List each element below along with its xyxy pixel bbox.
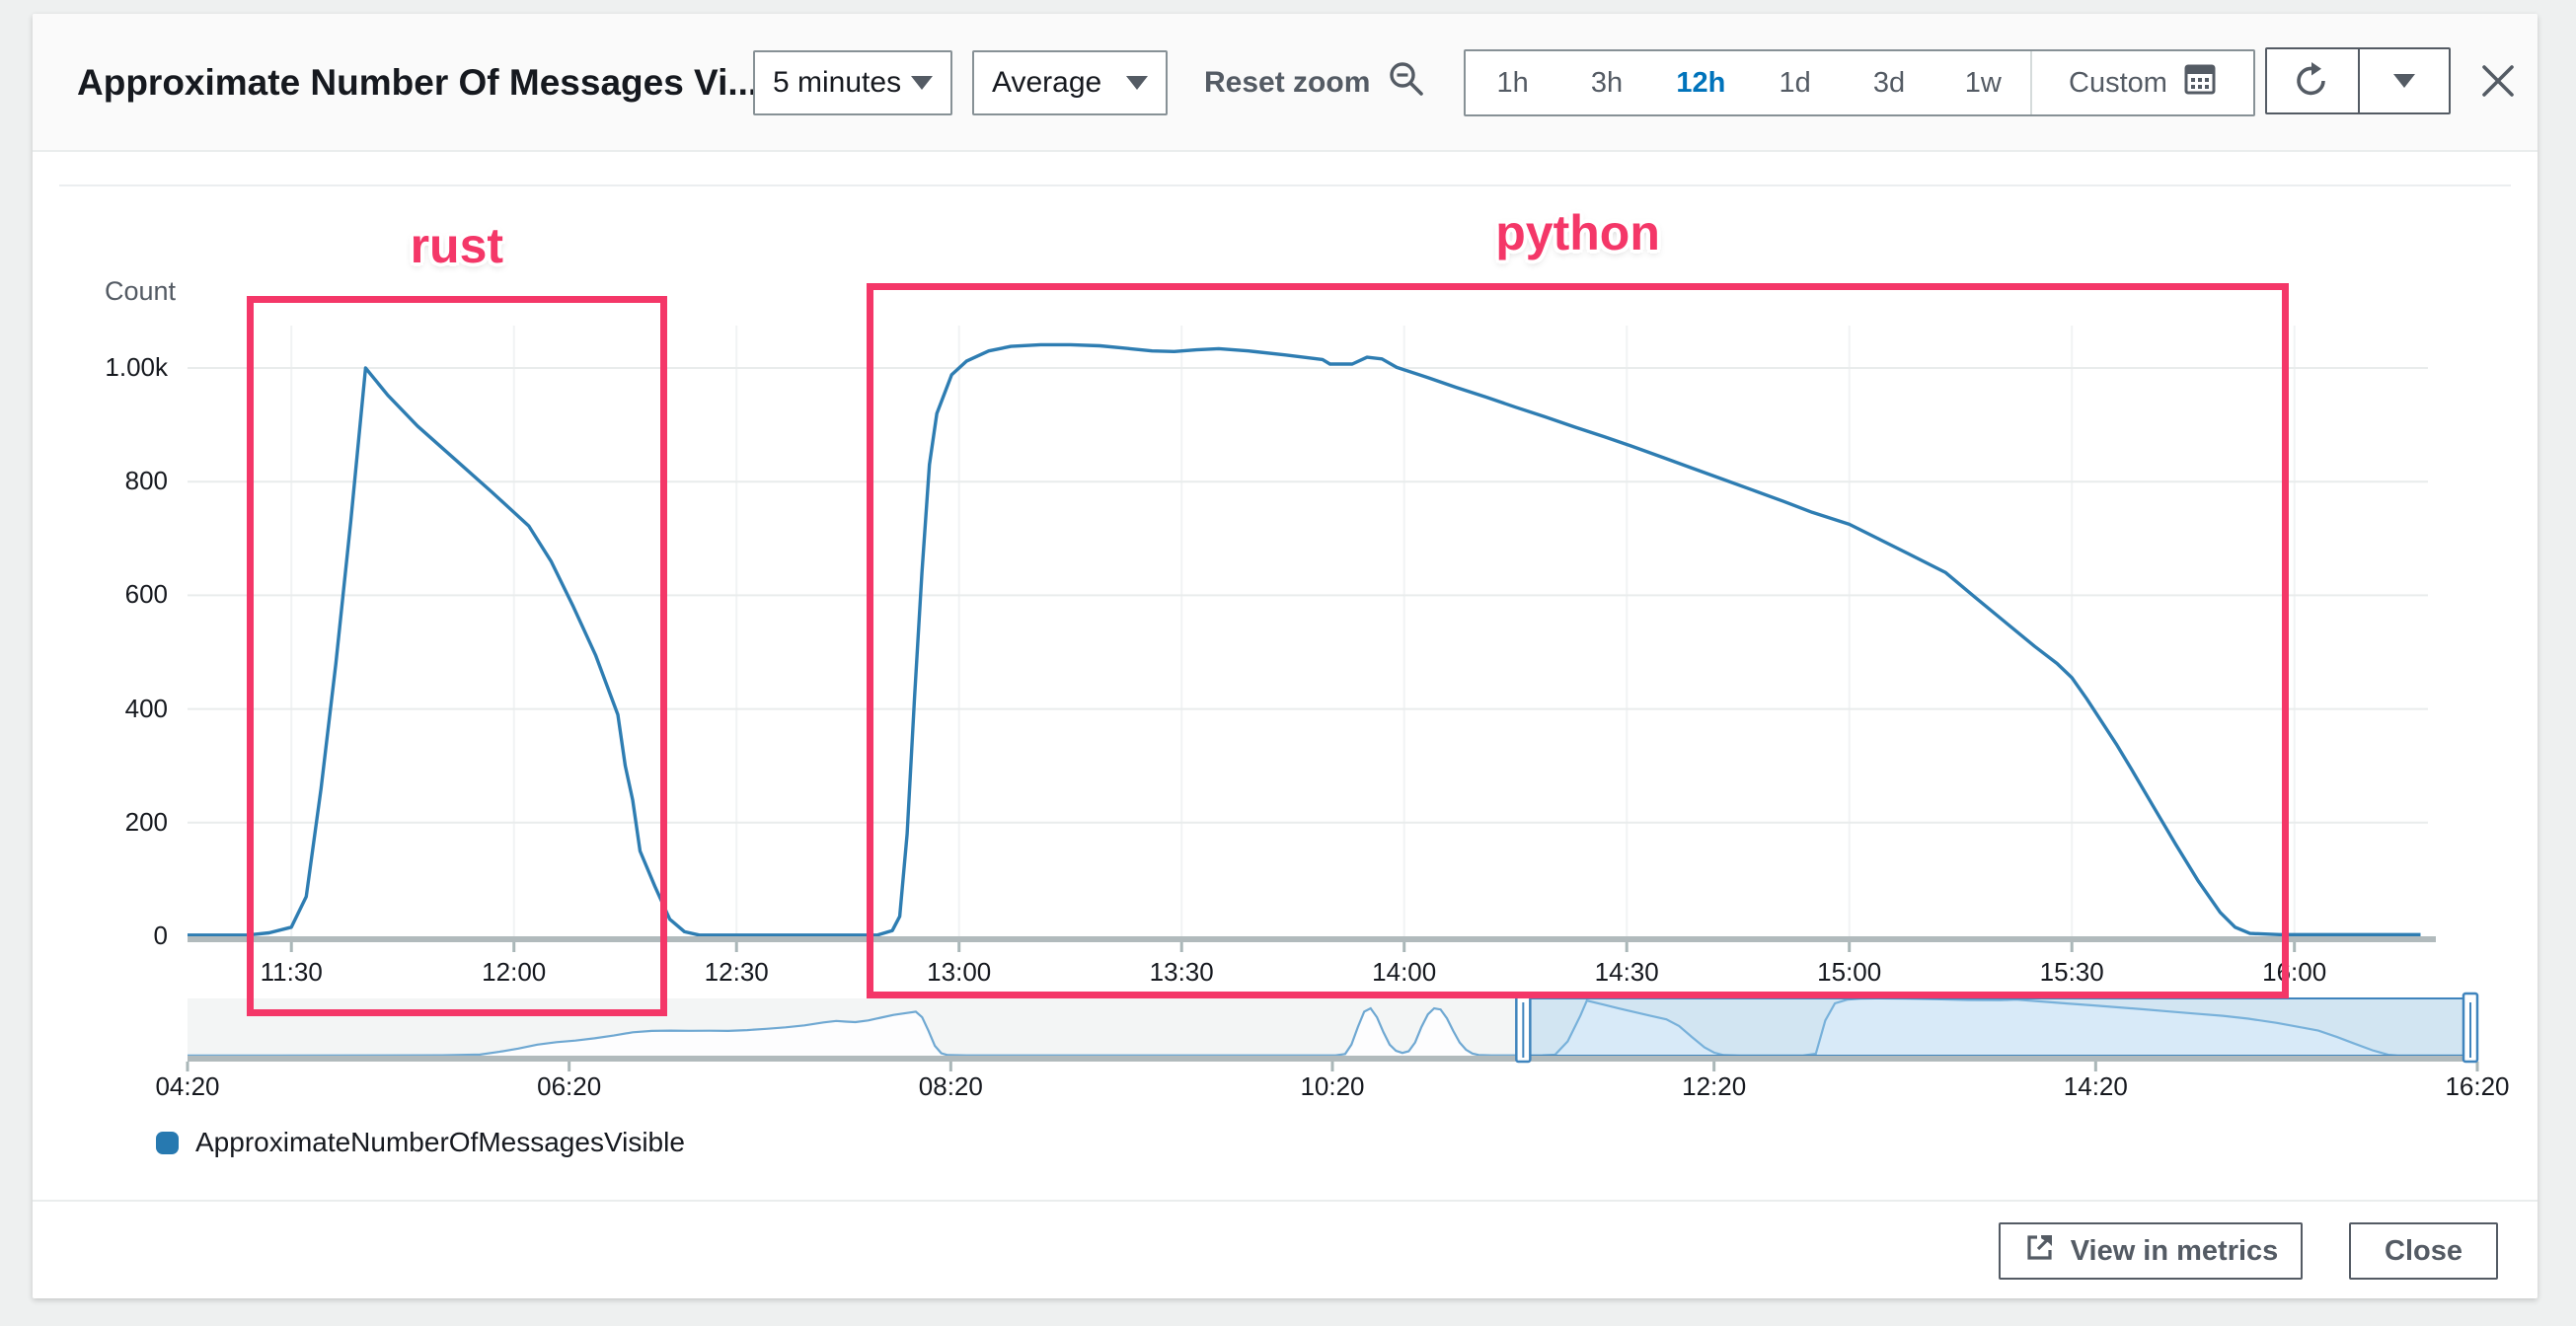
time-range-3d[interactable]: 3d [1842, 51, 1935, 114]
reset-zoom-label: Reset zoom [1204, 66, 1370, 100]
period-select[interactable]: 5 minutes [753, 50, 952, 115]
metric-detail-dialog: Approximate Number Of Messages Vi... 5 m… [33, 14, 2538, 1298]
zoom-out-icon [1386, 58, 1427, 108]
view-in-metrics-label: View in metrics [2071, 1235, 2279, 1268]
chart-legend[interactable]: ApproximateNumberOfMessagesVisible [156, 1127, 685, 1158]
statistic-select[interactable]: Average [972, 50, 1168, 115]
close-button-label: Close [2385, 1235, 2462, 1268]
page-title: Approximate Number Of Messages Vi... [77, 14, 758, 152]
external-link-icon [2023, 1230, 2057, 1272]
custom-range-label: Custom [2069, 67, 2167, 100]
legend-label: ApproximateNumberOfMessagesVisible [195, 1127, 685, 1158]
calendar-icon [2183, 62, 2217, 104]
chevron-down-icon [1126, 76, 1148, 90]
time-range-3h[interactable]: 3h [1559, 51, 1653, 114]
refresh-button[interactable] [2265, 47, 2360, 114]
time-range-1d[interactable]: 1d [1748, 51, 1842, 114]
page-background: Approximate Number Of Messages Vi... 5 m… [0, 0, 2576, 1326]
time-range-1h[interactable]: 1h [1466, 51, 1559, 114]
view-in-metrics-button[interactable]: View in metrics [1999, 1222, 2303, 1280]
chevron-down-icon [911, 76, 933, 90]
legend-marker [156, 1132, 179, 1154]
time-range-control: 1h 3h 12h 1d 3d 1w Custom [1464, 49, 2255, 116]
reset-zoom-button[interactable]: Reset zoom [1204, 50, 1427, 115]
chevron-down-icon [2393, 74, 2415, 88]
dialog-footer: View in metrics Close [33, 1200, 2538, 1298]
time-range-custom[interactable]: Custom [2030, 51, 2253, 114]
chart-panel-divider [59, 184, 2511, 186]
statistic-select-value: Average [992, 66, 1101, 100]
refresh-icon [2293, 59, 2332, 104]
refresh-button-group [2265, 47, 2451, 114]
time-range-12h-selected[interactable]: 12h [1654, 51, 1748, 114]
period-select-value: 5 minutes [773, 66, 901, 100]
close-button[interactable]: Close [2349, 1222, 2498, 1280]
dialog-close-icon[interactable] [2474, 57, 2522, 105]
time-range-1w[interactable]: 1w [1936, 51, 2030, 114]
refresh-options-button[interactable] [2358, 47, 2451, 114]
